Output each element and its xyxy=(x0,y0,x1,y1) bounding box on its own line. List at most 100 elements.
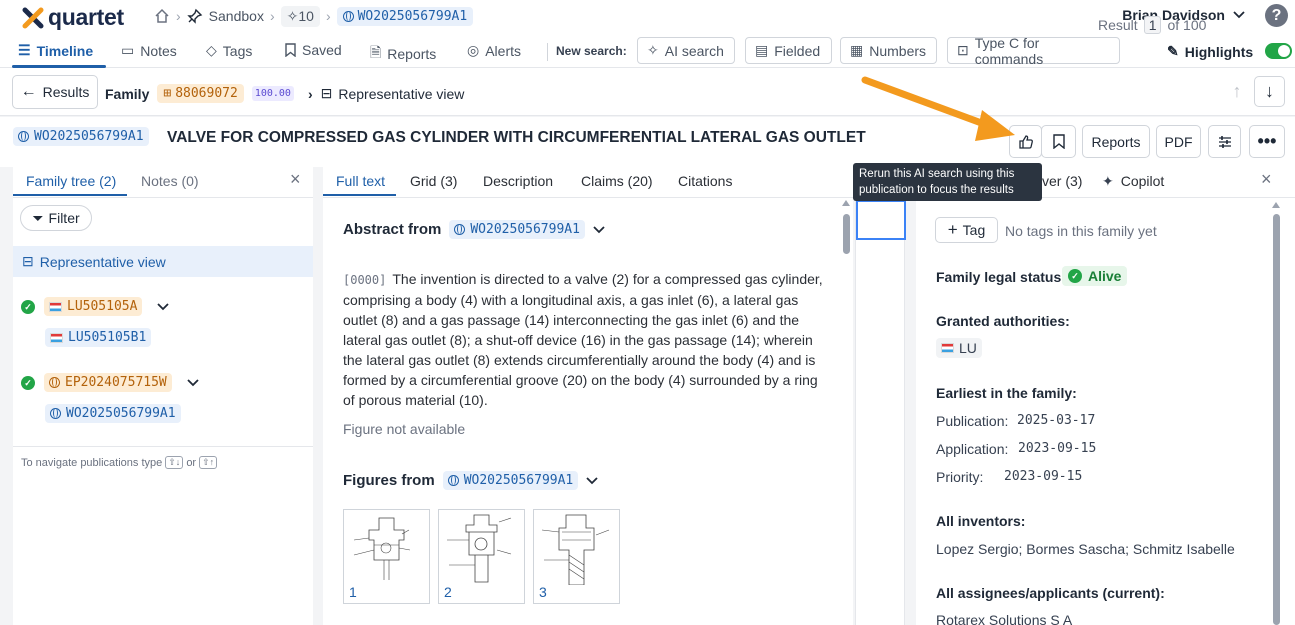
globe-icon xyxy=(18,131,29,142)
family-id-chip[interactable]: ⊞ 88069072 xyxy=(157,84,244,103)
chevron-down-icon[interactable] xyxy=(586,476,598,485)
family-id: 88069072 xyxy=(175,86,238,101)
breadcrumb-separator: › xyxy=(176,8,181,24)
breadcrumb-ai-search[interactable]: ✧10 xyxy=(280,5,320,27)
tree-child-id: LU505105B1 xyxy=(68,330,147,345)
previous-result-button[interactable]: ↑ xyxy=(1222,76,1252,107)
figure-number: 1 xyxy=(349,584,357,600)
help-icon[interactable]: ? xyxy=(1265,4,1288,27)
close-icon[interactable]: × xyxy=(290,169,301,190)
breadcrumb-publication[interactable]: WO2025056799A1 xyxy=(336,6,474,26)
add-tag-button[interactable]: + Tag xyxy=(935,217,998,243)
globe-icon xyxy=(342,10,354,22)
tab-notes[interactable]: ▭ Notes xyxy=(121,42,177,59)
home-icon[interactable] xyxy=(154,8,170,24)
chevron-down-icon[interactable] xyxy=(593,225,605,234)
paragraph-number: [0000] xyxy=(343,273,387,287)
granted-value: LU xyxy=(959,340,977,356)
fielded-search-button[interactable]: ▤ Fielded xyxy=(745,37,832,64)
assignees-label: All assignees/applicants (current): xyxy=(936,585,1165,601)
filter-button[interactable]: ⏷ Filter xyxy=(20,205,92,231)
tree-publication-chip[interactable]: LU505105A xyxy=(44,297,143,316)
chevron-down-icon xyxy=(1233,11,1245,19)
scrollbar-thumb[interactable] xyxy=(1273,214,1280,625)
app-logo[interactable]: quartet xyxy=(22,4,124,31)
tab-description[interactable]: Description xyxy=(483,173,553,189)
tab-saved[interactable]: Saved xyxy=(285,42,342,58)
bookmark-button[interactable] xyxy=(1041,125,1076,158)
bookmark-icon xyxy=(285,43,296,57)
tab-family-tree[interactable]: Family tree (2) xyxy=(26,173,116,189)
representative-view-crumb[interactable]: ⊟ Representative view xyxy=(321,85,465,102)
figure-drawing-icon xyxy=(541,514,610,586)
back-to-results-button[interactable]: ← Results xyxy=(12,75,98,109)
center-scrollbar[interactable] xyxy=(842,200,850,625)
scroll-up-icon[interactable] xyxy=(842,200,850,206)
tree-node: ✓ EP2024075715W xyxy=(21,373,199,392)
right-scrollbar[interactable] xyxy=(1272,200,1280,625)
close-icon[interactable]: × xyxy=(1261,169,1272,190)
preview-strip xyxy=(855,200,906,625)
plus-icon: + xyxy=(947,220,958,239)
tab-saved-label: Saved xyxy=(302,42,342,58)
numbers-label: Numbers xyxy=(869,42,927,59)
figure-thumbnail[interactable]: 3 xyxy=(533,509,620,604)
tab-alerts[interactable]: ◎ Alerts xyxy=(467,42,521,59)
figure-number: 2 xyxy=(444,584,452,600)
result-number-input[interactable]: 1 xyxy=(1143,16,1162,34)
assignees-value: Rotarex Solutions S A xyxy=(936,612,1073,625)
scrollbar-thumb[interactable] xyxy=(843,214,850,254)
tab-full-text[interactable]: Full text xyxy=(336,173,385,189)
title-publication-chip[interactable]: WO2025056799A1 xyxy=(13,127,149,146)
terminal-icon: ⊡ xyxy=(957,42,969,58)
scroll-up-icon[interactable] xyxy=(1272,202,1280,208)
settings-button[interactable] xyxy=(1208,125,1241,158)
tree-publication-chip[interactable]: EP2024075715W xyxy=(44,373,172,392)
breadcrumb-workspace[interactable]: Sandbox xyxy=(209,8,264,24)
ai-search-button[interactable]: ✧ AI search xyxy=(637,37,735,64)
pdf-button[interactable]: PDF xyxy=(1156,125,1201,158)
preview-thumbnail[interactable] xyxy=(856,200,906,240)
highlights-toggle[interactable] xyxy=(1265,43,1292,59)
representative-view-item[interactable]: ⊟ Representative view xyxy=(13,246,313,277)
ai-search-label: AI search xyxy=(664,42,724,59)
reports-button[interactable]: Reports xyxy=(1082,125,1150,158)
arrow-left-icon: ← xyxy=(20,83,37,100)
chevron-down-icon[interactable] xyxy=(157,302,170,311)
divider xyxy=(13,446,313,447)
results-label: Results xyxy=(42,84,90,100)
tab-tags[interactable]: ◇ Tags xyxy=(206,42,252,59)
tree-child-chip[interactable]: LU505105B1 xyxy=(45,328,152,347)
tab-viewer[interactable]: ver (3) xyxy=(1042,173,1082,189)
figure-thumbnail[interactable]: 1 xyxy=(343,509,430,604)
globe-icon xyxy=(50,408,61,419)
tab-left-notes[interactable]: Notes (0) xyxy=(141,173,199,189)
numbers-search-button[interactable]: ▦ Numbers xyxy=(840,37,937,64)
tree-child-chip[interactable]: WO2025056799A1 xyxy=(45,404,181,423)
figure-thumbnail[interactable]: 2 xyxy=(438,509,525,604)
globe-icon xyxy=(49,377,60,388)
tree-icon: ⊟ xyxy=(320,85,333,101)
figures-pub-chip[interactable]: WO2025056799A1 xyxy=(442,471,579,490)
status-badge: ✓ Alive xyxy=(1062,266,1128,286)
tab-claims[interactable]: Claims (20) xyxy=(581,173,653,189)
more-icon: ••• xyxy=(1257,131,1277,151)
list-icon: ▤ xyxy=(755,42,769,58)
abstract-pub-chip[interactable]: WO2025056799A1 xyxy=(449,220,585,239)
sliders-icon xyxy=(1218,135,1231,148)
command-label: Type C for commands xyxy=(974,34,1044,67)
ai-count: 10 xyxy=(298,7,314,24)
tab-reports[interactable]: 🗎 Reports xyxy=(370,42,436,66)
breadcrumb-separator: › xyxy=(269,8,275,24)
tab-timeline[interactable]: ☰ Timeline xyxy=(18,42,93,59)
tab-copilot[interactable]: ✦ Copilot xyxy=(1102,173,1164,190)
chevron-down-icon[interactable] xyxy=(187,378,199,387)
granted-authority-chip[interactable]: LU xyxy=(936,338,982,358)
filter-icon: ⏷ xyxy=(32,209,44,226)
command-button[interactable]: ⊡ Type C for commands xyxy=(947,34,1120,67)
status-check-icon: ✓ xyxy=(21,299,35,314)
next-result-button[interactable]: ↓ xyxy=(1254,76,1285,107)
tab-citations[interactable]: Citations xyxy=(678,173,732,189)
tab-grid[interactable]: Grid (3) xyxy=(410,173,457,189)
more-options-button[interactable]: ••• xyxy=(1249,125,1285,158)
